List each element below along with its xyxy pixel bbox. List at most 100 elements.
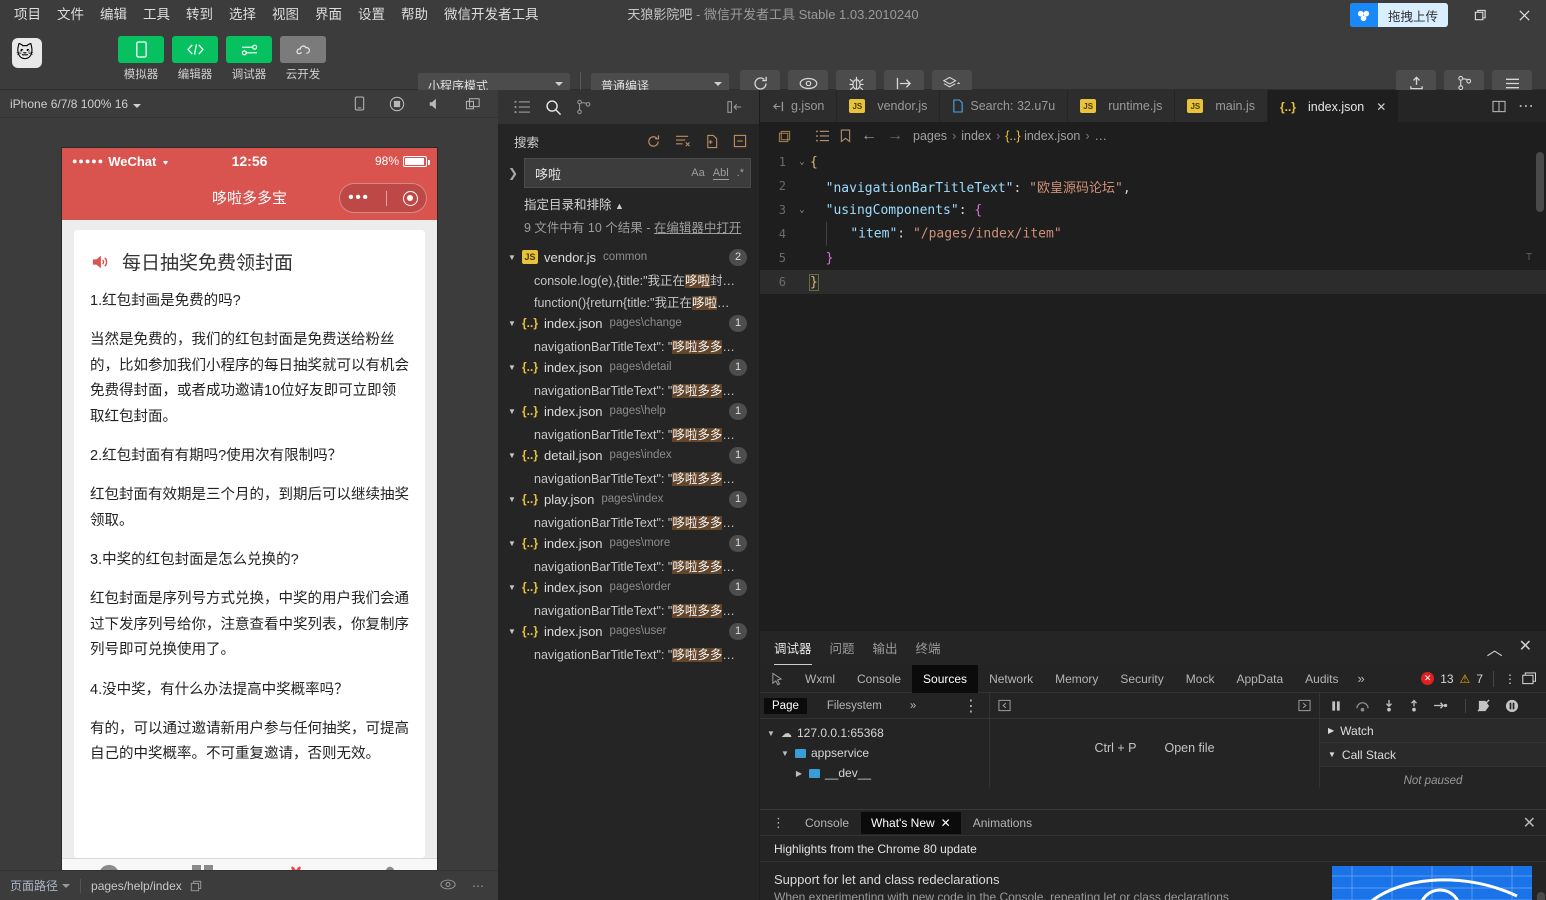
search-result-group[interactable]: ▼{..}play.jsonpages\index1	[498, 488, 759, 510]
devtools-tab-输出[interactable]: 输出	[873, 631, 898, 665]
chevron-down-icon[interactable]: ▼	[508, 319, 522, 328]
file-tree-node[interactable]: ▼appservice	[760, 743, 989, 763]
editor-scrollbar[interactable]	[1534, 150, 1546, 630]
devtools-chrome-tab-appdata[interactable]: AppData	[1225, 665, 1294, 693]
toolbar-phone-button[interactable]: 模拟器	[118, 36, 164, 82]
eye-icon[interactable]	[440, 879, 456, 893]
search-result-hit[interactable]: navigationBarTitleText": "哆啦多多…	[498, 378, 759, 400]
close-icon[interactable]: ✕	[1519, 636, 1532, 660]
step-into-icon[interactable]	[1383, 699, 1395, 712]
bookmark-icon[interactable]	[840, 129, 851, 143]
close-window-button[interactable]	[1502, 0, 1546, 30]
collapse-panel-icon[interactable]	[727, 100, 743, 114]
devtools-overflow-icon[interactable]: »	[1350, 671, 1373, 686]
editor-more-icon[interactable]: ⋯	[1518, 96, 1534, 116]
devtools-tab-调试器[interactable]: 调试器	[774, 631, 812, 665]
close-drawer-icon[interactable]: ✕	[1523, 813, 1546, 833]
drawer-tab-console[interactable]: Console	[795, 812, 859, 834]
kebab-menu-icon[interactable]: ⋮	[1504, 672, 1516, 686]
file-tree-node[interactable]: ▶__dev__	[760, 763, 989, 783]
menu-item-9[interactable]: 帮助	[393, 0, 436, 30]
tree-toggle-icon[interactable]: ▶	[794, 769, 804, 778]
open-in-editor-link[interactable]: 在编辑器中打开	[654, 221, 742, 235]
toolbar-cloud-button[interactable]: 云开发	[280, 36, 326, 82]
chevron-down-icon[interactable]: ▼	[508, 583, 522, 592]
menu-item-5[interactable]: 选择	[221, 0, 264, 30]
chevron-down-icon[interactable]: ▼	[508, 363, 522, 372]
include-exclude-toggle[interactable]: 指定目录和排除 ▲	[498, 188, 759, 215]
editor-tab-runtime-js[interactable]: JSruntime.js	[1068, 90, 1175, 122]
clear-results-icon[interactable]	[675, 134, 691, 149]
search-result-hit[interactable]: navigationBarTitleText": "哆啦多多…	[498, 422, 759, 444]
search-result-group[interactable]: ▼{..}index.jsonpages\help1	[498, 400, 759, 422]
search-input[interactable]: 哆啦 Aa Abl .*	[524, 158, 751, 188]
breadcrumb-item-1[interactable]: index	[961, 129, 991, 143]
editor-tab-main-js[interactable]: JSmain.js	[1175, 90, 1268, 122]
close-tab-icon[interactable]: ✕	[1376, 100, 1386, 114]
kebab-menu-icon[interactable]: ⋮	[764, 815, 793, 831]
dock-side-icon[interactable]	[1522, 672, 1536, 685]
search-result-hit[interactable]: navigationBarTitleText": "哆啦多多…	[498, 334, 759, 356]
navigator-menu-icon[interactable]: ⋮	[963, 696, 989, 716]
editor-tab-search-32-u7u[interactable]: Search: 32.u7u	[940, 90, 1068, 122]
drawer-tab-animations[interactable]: Animations	[963, 812, 1042, 834]
wechat-capsule[interactable]: •••	[339, 183, 427, 213]
open-file-action[interactable]: Open file	[1165, 741, 1215, 755]
devtools-chrome-tab-sources[interactable]: Sources	[912, 665, 978, 693]
drag-upload-button[interactable]: 拖拽上传	[1350, 3, 1448, 27]
copy-icon[interactable]	[190, 880, 202, 892]
devtools-chrome-tab-mock[interactable]: Mock	[1175, 665, 1226, 693]
toolbar-debug-button[interactable]: 调试器	[226, 36, 272, 82]
close-tab-icon[interactable]: ✕	[941, 816, 951, 830]
search-result-hit[interactable]: navigationBarTitleText": "哆啦多多…	[498, 598, 759, 620]
fold-toggle-icon[interactable]: ⌄	[794, 157, 810, 167]
show-debugger-icon[interactable]	[1298, 699, 1311, 712]
search-result-hit[interactable]: navigationBarTitleText": "哆啦多多…	[498, 554, 759, 576]
chevron-down-icon[interactable]: ▼	[508, 495, 522, 504]
search-result-group[interactable]: ▼JSvendor.jscommon2	[498, 246, 759, 268]
step-icon[interactable]	[1433, 700, 1448, 711]
tree-toggle-icon[interactable]: ▼	[766, 729, 776, 738]
devtools-chrome-tab-network[interactable]: Network	[978, 665, 1044, 693]
chevron-down-icon[interactable]: ▼	[508, 253, 522, 262]
pause-on-exceptions-icon[interactable]	[1505, 699, 1519, 713]
menu-item-4[interactable]: 转到	[178, 0, 221, 30]
toolbar-code-button[interactable]: 编辑器	[172, 36, 218, 82]
menu-item-6[interactable]: 视图	[264, 0, 307, 30]
editor-tab-vendor-js[interactable]: JSvendor.js	[837, 90, 940, 122]
chevron-down-icon[interactable]: ▼	[508, 539, 522, 548]
navigator-tab-page[interactable]: Page	[764, 698, 807, 714]
navigator-overflow-icon[interactable]: »	[902, 698, 924, 714]
page-path-label[interactable]: 页面路径	[0, 877, 58, 894]
navigator-tab-filesystem[interactable]: Filesystem	[819, 698, 890, 714]
menu-item-0[interactable]: 项目	[6, 0, 49, 30]
menu-item-8[interactable]: 设置	[350, 0, 393, 30]
search-result-hit[interactable]: function(){return{title:"我正在哆啦…	[498, 290, 759, 312]
volume-icon[interactable]	[418, 91, 452, 117]
editor-panel-icon[interactable]	[760, 130, 808, 143]
chevron-up-icon[interactable]: ︿	[1487, 636, 1503, 660]
devtools-tab-终端[interactable]: 终端	[916, 631, 941, 665]
breadcrumb-item-3[interactable]: …	[1095, 129, 1108, 143]
outline-icon[interactable]	[816, 130, 830, 142]
chevron-down-icon[interactable]: ▼	[508, 451, 522, 460]
refresh-icon[interactable]	[646, 134, 661, 149]
expand-search-icon[interactable]: ❯	[502, 166, 524, 180]
call-stack-section[interactable]: ▼ Call Stack	[1320, 743, 1546, 767]
drawer-tab-what-s-new[interactable]: What's New✕	[861, 812, 961, 834]
show-navigator-icon[interactable]	[998, 699, 1011, 712]
source-control-icon[interactable]	[576, 90, 592, 124]
chevron-down-icon[interactable]: ▼	[508, 627, 522, 636]
devtools-chrome-tab-audits[interactable]: Audits	[1294, 665, 1349, 693]
explorer-icon[interactable]	[514, 90, 531, 124]
search-result-group[interactable]: ▼{..}index.jsonpages\order1	[498, 576, 759, 598]
phone-rotate-icon[interactable]	[342, 91, 376, 117]
breadcrumb-item-0[interactable]: pages	[913, 129, 947, 143]
fold-toggle-icon[interactable]: ⌄	[794, 205, 810, 215]
search-result-group[interactable]: ▼{..}index.jsonpages\more1	[498, 532, 759, 554]
devtools-chrome-tab-security[interactable]: Security	[1109, 665, 1174, 693]
chevron-down-icon[interactable]: ▼	[508, 407, 522, 416]
collapse-all-icon[interactable]	[733, 134, 747, 149]
menu-item-1[interactable]: 文件	[49, 0, 92, 30]
breadcrumb-item-2[interactable]: {..} index.json	[1005, 129, 1080, 143]
